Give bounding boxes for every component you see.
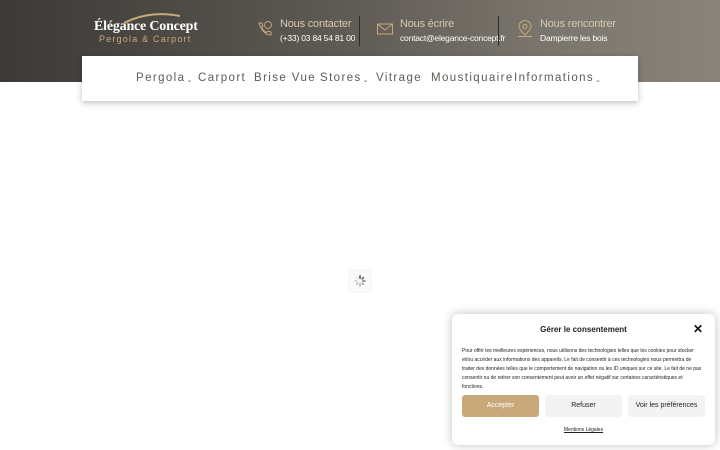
logo[interactable]: Élégance Concept Pergola & Carport	[92, 12, 198, 48]
nav-item-label: Brise Vue	[254, 72, 317, 84]
consent-title: Gérer le consentement	[540, 325, 627, 334]
refuse-button[interactable]: Refuser	[545, 395, 622, 417]
location-pin-icon	[518, 20, 532, 37]
accept-button[interactable]: Accepter	[462, 395, 539, 417]
nav-item-moustiquaire[interactable]: Moustiquaire	[431, 72, 514, 84]
nav-item-stores[interactable]: Stores⌄	[320, 72, 369, 84]
nav-item-vitrage[interactable]: Vitrage	[376, 72, 422, 84]
consent-text: Pour offrir les meilleures expériences, …	[462, 348, 702, 390]
mail-icon	[377, 23, 393, 35]
nav-item-label: Carport	[198, 72, 247, 84]
preferences-button[interactable]: Voir les préférences	[628, 395, 705, 417]
chevron-down-icon: ⌄	[595, 77, 601, 84]
nav-item-label: Informations	[514, 72, 595, 84]
nav-item-label: Moustiquaire	[431, 72, 514, 84]
nav-item-informations[interactable]: Informations⌄	[514, 72, 601, 84]
nav-item-pergola[interactable]: Pergola⌄	[136, 72, 192, 84]
loading-spinner	[350, 271, 370, 291]
nav-item-label: Stores	[320, 72, 362, 84]
nav-item-brise-vue[interactable]: Brise Vue	[254, 72, 316, 84]
chevron-down-icon: ⌄	[186, 77, 193, 84]
main-nav: Pergola⌄ Carport Brise Vue Stores⌄ Vitra…	[82, 56, 638, 101]
nav-item-carport[interactable]: Carport	[198, 72, 246, 84]
header-divider	[498, 16, 499, 46]
contact-email-label: Nous écrire	[400, 18, 455, 30]
spinner-icon	[354, 275, 366, 287]
chevron-down-icon: ⌄	[362, 77, 369, 84]
nav-item-label: Vitrage	[376, 72, 423, 84]
contact-address-value: Dampierre les bois	[540, 33, 608, 43]
header-divider	[359, 16, 360, 46]
contact-email-value[interactable]: contact@elegance-concept.fr	[400, 33, 505, 43]
contact-phone-value[interactable]: (+33) 03 84 54 81 00	[280, 33, 355, 43]
close-icon[interactable]: ✕	[692, 323, 704, 335]
contact-phone-label: Nous contacter	[280, 18, 352, 30]
logo-title: Élégance Concept	[94, 19, 198, 34]
legal-notice-link[interactable]: Mentions Légales	[452, 427, 715, 433]
nav-item-label: Pergola	[136, 72, 186, 84]
cookie-consent-dialog: Gérer le consentement ✕ Pour offrir les …	[452, 314, 715, 445]
logo-subtitle: Pergola & Carport	[99, 34, 192, 44]
phone-icon	[258, 21, 272, 36]
contact-address-label: Nous rencontrer	[540, 18, 616, 30]
